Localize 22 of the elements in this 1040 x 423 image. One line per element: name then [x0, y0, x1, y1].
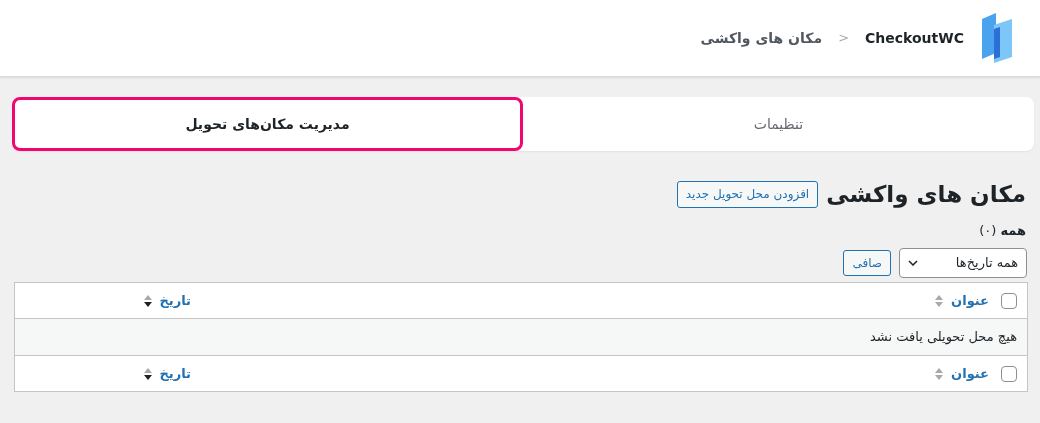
tab[interactable]: تنظیمات — [523, 97, 1034, 151]
breadcrumb-separator: < — [838, 29, 850, 48]
column-header[interactable]: عنوان — [951, 363, 989, 384]
chevron-down-icon — [908, 260, 918, 267]
filter-link[interactable]: همه — [1000, 220, 1026, 241]
sort-icon[interactable] — [143, 294, 152, 307]
date-filter-select[interactable]: همه تاریخ‌ها — [899, 248, 1027, 279]
checkbox[interactable] — [1001, 365, 1017, 382]
column-header[interactable]: عنوان — [951, 290, 989, 311]
filter-button[interactable]: صافی — [843, 249, 891, 277]
brand-name: CheckoutWC — [865, 28, 964, 48]
tab[interactable]: مدیریت مکان‌های تحویل — [12, 97, 523, 151]
sort-icon[interactable] — [143, 367, 152, 380]
empty-message: هیچ محل تحویلی یافت نشد — [870, 328, 1017, 347]
column-header[interactable]: تاریخ — [159, 363, 191, 384]
breadcrumb-item[interactable]: مکان های واکشی — [700, 27, 823, 49]
column-header[interactable]: تاریخ — [159, 290, 191, 311]
checkbox[interactable] — [1001, 292, 1017, 309]
filter-count: (۰) — [979, 221, 997, 240]
add-button[interactable]: افزودن محل تحویل جدید — [676, 181, 819, 209]
logo-icon — [980, 13, 1014, 63]
page-title: مکان های واکشی — [826, 181, 1026, 209]
